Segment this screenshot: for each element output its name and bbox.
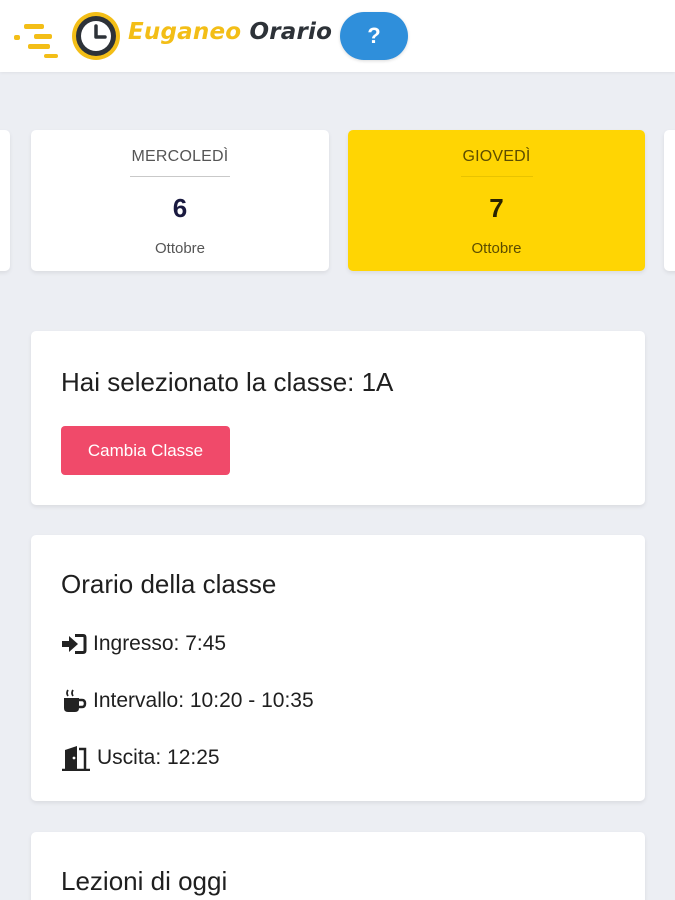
brand-part2: Orario: [249, 19, 333, 45]
selected-class-panel: Hai selezionato la classe: 1A Cambia Cla…: [31, 331, 645, 505]
coffee-icon: [64, 689, 87, 712]
sign-in-icon: [62, 634, 87, 654]
brand-title[interactable]: Euganeo Orario: [128, 19, 332, 45]
day-name: MERCOLEDÌ: [131, 148, 229, 165]
brand-part1: Euganeo: [128, 19, 242, 45]
day-card-selected[interactable]: GIOVEDÌ 7 Ottobre: [348, 130, 645, 271]
today-lessons-panel: Lezioni di oggi: [31, 832, 645, 900]
day-number: 6: [172, 193, 188, 223]
interval-text: Intervallo: 10:20 - 10:35: [93, 689, 314, 712]
interval-row: Intervallo: 10:20 - 10:35: [61, 687, 314, 715]
entrance-row: Ingresso: 7:45: [61, 630, 226, 658]
day-month: Ottobre: [471, 240, 522, 257]
divider: [130, 176, 230, 177]
day-name: GIOVEDÌ: [462, 148, 531, 165]
class-schedule-panel: Orario della classe Ingresso: 7:45 Inter…: [31, 535, 645, 801]
day-card-next[interactable]: [664, 130, 675, 271]
exit-row: Uscita: 12:25: [61, 744, 220, 772]
day-card[interactable]: MERCOLEDÌ 6 Ottobre: [31, 130, 329, 271]
door-open-icon: [62, 746, 90, 771]
schedule-title: Orario della classe: [61, 569, 277, 599]
today-lessons-title: Lezioni di oggi: [61, 866, 228, 896]
exit-text: Uscita: 12:25: [97, 746, 220, 769]
change-class-button[interactable]: Cambia Classe: [61, 426, 230, 475]
selected-class-title: Hai selezionato la classe: 1A: [61, 367, 394, 397]
divider: [460, 176, 533, 177]
clock-icon[interactable]: [14, 8, 124, 64]
day-card-previous[interactable]: [0, 130, 10, 271]
entrance-text: Ingresso: 7:45: [93, 632, 227, 655]
navbar: Euganeo Orario ?: [0, 0, 675, 72]
help-button[interactable]: ?: [340, 12, 408, 60]
day-month: Ottobre: [154, 240, 206, 257]
day-number: 7: [489, 193, 504, 223]
